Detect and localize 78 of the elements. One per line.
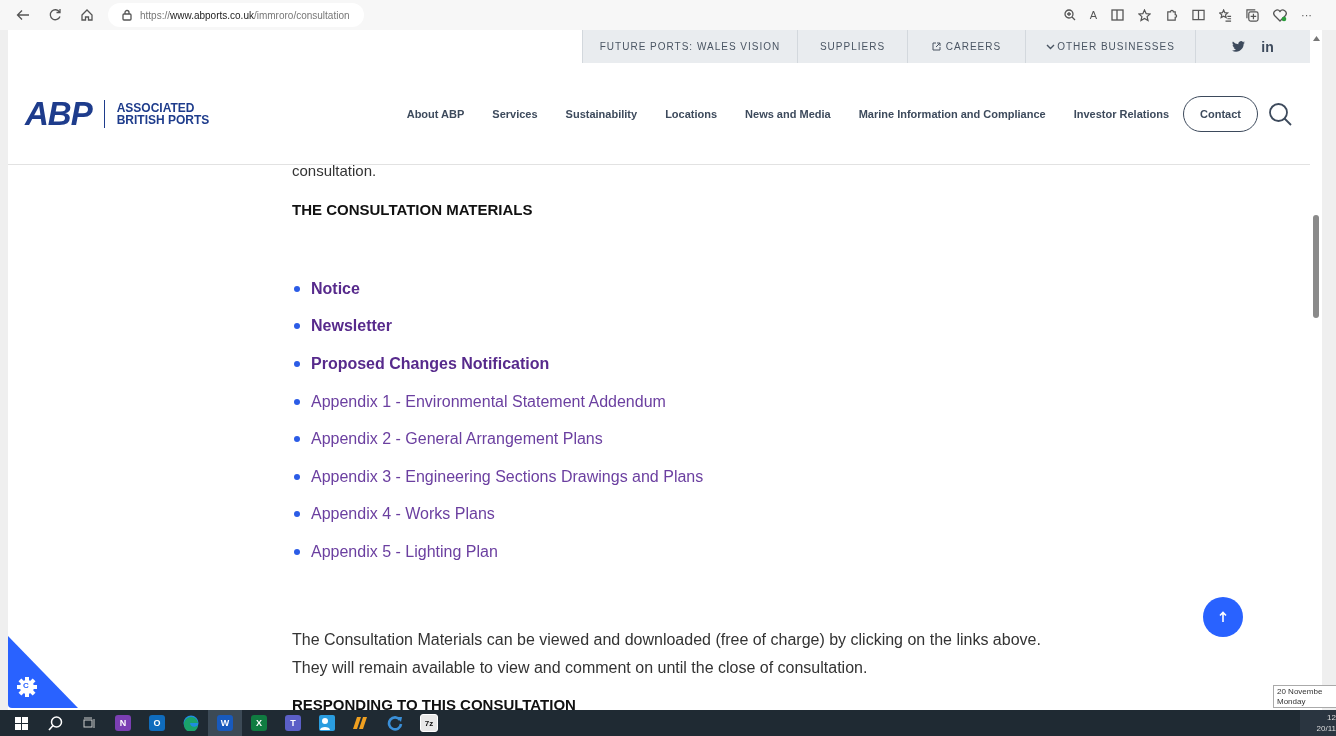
reader-icon[interactable] — [1111, 9, 1124, 21]
taskbar-app[interactable]: X — [242, 710, 276, 736]
taskbar-app[interactable]: W — [208, 710, 242, 736]
scroll-up-icon — [1313, 36, 1320, 41]
puzzle-icon[interactable] — [1165, 8, 1178, 22]
app-letter-icon: 7z — [420, 714, 438, 732]
home-icon[interactable] — [80, 8, 94, 22]
app-letter-icon: T — [285, 715, 301, 731]
app-letter-icon: X — [251, 715, 267, 731]
taskbar-app[interactable]: 7z — [412, 710, 446, 736]
nav-link[interactable]: Services — [492, 107, 538, 120]
date-tooltip: 20 Novembe Monday — [1273, 685, 1336, 708]
nav-link[interactable]: About ABP — [406, 107, 465, 120]
cookie-settings-button[interactable]: C — [8, 636, 78, 708]
taskbar-app[interactable]: O — [140, 710, 174, 736]
back-icon[interactable] — [16, 8, 30, 22]
nav-link[interactable]: Marine Information and Compliance — [858, 107, 1046, 120]
linkedin-icon[interactable]: in — [1261, 38, 1274, 55]
chevron-down-icon — [1046, 43, 1056, 50]
brand-name: ASSOCIATED BRITISH PORTS — [116, 101, 210, 126]
document-link[interactable]: Notice — [311, 279, 360, 298]
task-view-icon[interactable] — [82, 717, 96, 729]
clock-date: 20/11 — [1315, 723, 1336, 734]
heart-icon[interactable] — [1273, 8, 1287, 22]
cookie-letter: C — [23, 681, 29, 690]
scroll-thumb[interactable] — [1313, 215, 1319, 318]
more-icon[interactable]: ··· — [1301, 9, 1312, 21]
bullet-icon — [294, 361, 300, 367]
external-link-icon — [931, 42, 941, 51]
document-link[interactable]: Appendix 2 - General Arrangement Plans — [311, 430, 603, 449]
bullet-icon — [294, 511, 300, 518]
document-link[interactable]: Appendix 5 - Lighting Plan — [311, 542, 498, 561]
document-link[interactable]: Newsletter — [311, 317, 392, 336]
collections-icon[interactable] — [1246, 8, 1259, 22]
body-text: consultation. — [292, 165, 378, 181]
bird-icon[interactable] — [1232, 41, 1246, 52]
refresh-icon[interactable] — [48, 8, 62, 22]
star-icon[interactable] — [1138, 8, 1151, 22]
search-icon[interactable] — [47, 715, 63, 731]
bullet-icon — [294, 436, 300, 443]
read-aloud-icon[interactable]: A — [1089, 9, 1097, 21]
split-screen-icon[interactable] — [1192, 9, 1205, 21]
bullet-icon — [294, 473, 300, 480]
url-text: https://www.abports.co.uk/immroro/consultation — [140, 9, 350, 21]
app-letter-icon: N — [115, 715, 131, 731]
bullet-icon — [294, 548, 300, 555]
utility-link[interactable]: FUTURE PORTS: WALES VISION — [582, 30, 797, 63]
clock-time: 12 — [1326, 712, 1336, 723]
document-link[interactable]: Appendix 4 - Works Plans — [311, 505, 495, 524]
bullet-icon — [294, 323, 300, 330]
back-to-top-button[interactable] — [1203, 597, 1243, 637]
nav-link[interactable]: Sustainability — [565, 107, 638, 120]
logo[interactable]: ABP — [25, 97, 92, 130]
utility-link[interactable]: CAREERS — [907, 30, 1025, 63]
taskbar-app[interactable]: N — [106, 710, 140, 736]
nav-link[interactable]: Investor Relations — [1073, 107, 1170, 120]
bullet-icon — [294, 398, 300, 405]
utility-link[interactable]: OTHER BUSINESSES — [1025, 30, 1195, 63]
app-letter-icon: W — [217, 715, 233, 731]
document-link[interactable]: Proposed Changes Notification — [311, 355, 550, 373]
section-heading: THE CONSULTATION MATERIALS — [292, 200, 534, 220]
section-heading: RESPONDING TO THIS CONSULTATION — [292, 695, 576, 710]
lock-icon — [122, 9, 132, 21]
body-paragraph: The Consultation Materials can be viewed and downloaded (free of charge) by clicking on the links above. They will remain available to view and comment on until the close of consultation. — [292, 629, 1042, 678]
favorites-list-icon[interactable] — [1219, 8, 1232, 22]
nav-link[interactable]: News and Media — [745, 107, 831, 120]
search-icon[interactable] — [1268, 101, 1292, 126]
windows-icon[interactable] — [14, 716, 28, 730]
bullet-icon — [294, 285, 300, 292]
arrow-up-icon — [1219, 611, 1227, 623]
utility-link[interactable]: SUPPLIERS — [797, 30, 907, 63]
document-link[interactable]: Appendix 1 - Environmental Statement Addendum — [311, 392, 666, 411]
document-link[interactable]: Appendix 3 - Engineering Sections Drawings and Plans — [311, 467, 704, 486]
app-letter-icon: O — [149, 715, 165, 731]
zoom-icon[interactable] — [1063, 9, 1076, 21]
taskbar-app[interactable]: T — [276, 710, 310, 736]
nav-link[interactable]: Locations — [665, 107, 718, 120]
address-bar[interactable]: https://www.abports.co.uk/immroro/consultation — [108, 3, 364, 27]
